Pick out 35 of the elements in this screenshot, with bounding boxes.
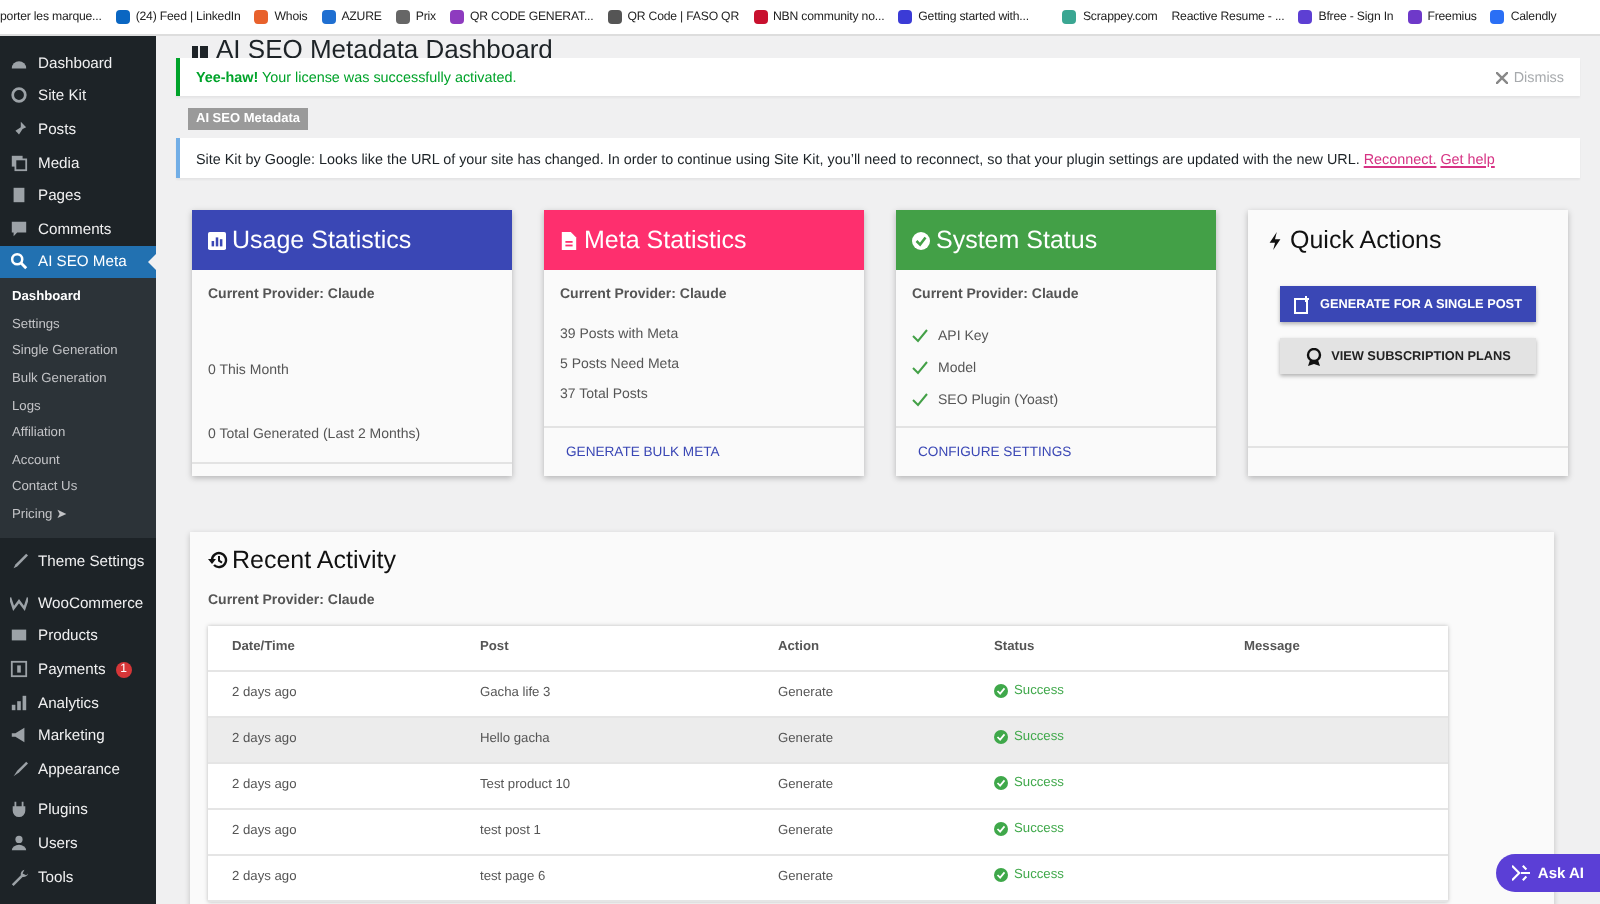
w-icon (10, 593, 28, 612)
bolt-icon (1266, 231, 1284, 249)
box-icon (10, 626, 28, 645)
dollar-box-icon (10, 660, 28, 679)
page-title: AI SEO Metadata Dashboard (216, 40, 553, 58)
award-icon (1305, 347, 1322, 365)
images-icon (10, 153, 28, 172)
speech-bubble-icon (10, 219, 28, 238)
check-circle-icon (994, 776, 1008, 791)
card-title: Usage Statistics (232, 226, 412, 254)
search-icon (10, 252, 28, 271)
section-title: Recent Activity (232, 546, 396, 574)
megaphone-icon (10, 726, 28, 745)
chart-icon (208, 231, 226, 249)
pin-icon (10, 119, 28, 138)
ring-icon (10, 86, 28, 105)
bars-icon (10, 693, 28, 712)
document-icon (560, 231, 578, 249)
plug-icon (10, 800, 28, 819)
close-icon (1495, 71, 1508, 83)
card-title: System Status (936, 226, 1098, 254)
check-circle-icon (912, 231, 930, 249)
check-circle-icon (994, 822, 1008, 837)
brush-icon (10, 552, 28, 571)
card-title: Quick Actions (1290, 226, 1442, 254)
card-title: Meta Statistics (584, 226, 747, 254)
check-circle-icon (994, 684, 1008, 699)
person-icon (10, 834, 28, 853)
page-icon (10, 186, 28, 205)
history-icon (208, 550, 228, 570)
document-plus-icon (1294, 295, 1311, 313)
check-circle-icon (994, 730, 1008, 745)
wrench-icon (10, 867, 28, 886)
check-circle-icon (994, 868, 1008, 883)
brush-icon (10, 759, 28, 778)
